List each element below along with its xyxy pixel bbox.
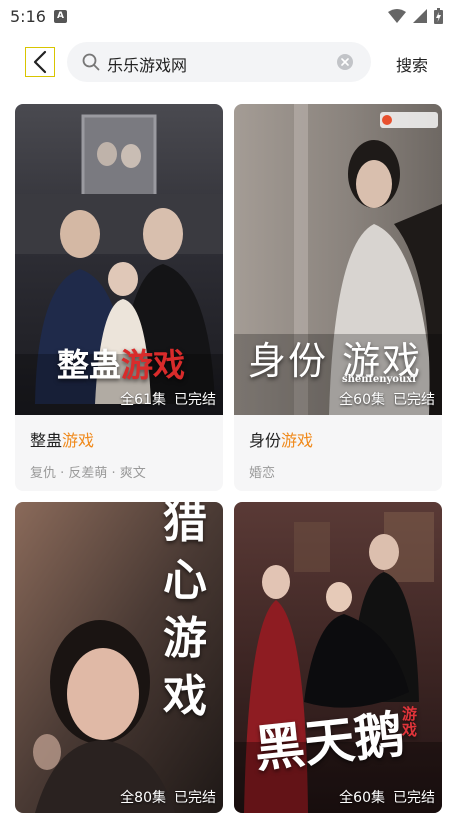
close-icon — [341, 58, 349, 66]
title-text: 整蛊 — [30, 431, 63, 450]
clock: 5:16 — [10, 6, 46, 26]
signal-icon — [413, 9, 427, 23]
completion-status: 已完结 — [174, 392, 216, 408]
back-button[interactable] — [25, 47, 55, 77]
search-header: 乐乐游戏网 搜索 — [0, 42, 457, 82]
completion-status: 已完结 — [393, 392, 435, 408]
episode-status: 全60集 已完结 — [339, 787, 435, 807]
completion-status: 已完结 — [393, 790, 435, 806]
episode-count: 全61集 — [120, 392, 166, 408]
cover-subtitle: shenfenyouxi — [342, 374, 416, 385]
drama-tags: 复仇 · 反差萌 · 爽文 — [30, 466, 146, 481]
drama-title: 身份游戏 — [249, 427, 427, 451]
cover-title: 整蛊游戏 — [57, 340, 185, 386]
search-icon — [82, 53, 100, 71]
search-input[interactable]: 乐乐游戏网 — [67, 42, 371, 82]
search-query: 乐乐游戏网 — [107, 56, 188, 75]
drama-cover[interactable]: 整蛊游戏 全61集 已完结 — [15, 104, 223, 415]
drama-info: 身份游戏 婚恋 — [234, 415, 442, 491]
cover-title-part: 整蛊 — [57, 346, 122, 384]
episode-count: 全60集 — [339, 790, 385, 806]
drama-cover[interactable]: 黑天鹅 游戏 全60集 已完结 — [234, 502, 442, 813]
cover-title-accent: 游戏 — [402, 705, 418, 739]
battery-icon — [434, 8, 443, 24]
drama-card[interactable]: 黑天鹅 游戏 全60集 已完结 — [234, 502, 442, 813]
title-highlight: 游戏 — [281, 431, 314, 450]
drama-title: 整蛊游戏 — [30, 427, 208, 451]
drama-cover[interactable]: 猎心游戏 全80集 已完结 — [15, 502, 223, 813]
drama-card[interactable]: 整蛊游戏 全61集 已完结 整蛊游戏 复仇 · 反差萌 · 爽文 — [15, 104, 223, 491]
drama-card[interactable]: 猎心游戏 全80集 已完结 — [15, 502, 223, 813]
title-highlight: 游戏 — [62, 431, 95, 450]
status-left: 5:16 A — [10, 7, 67, 26]
completion-status: 已完结 — [174, 790, 216, 806]
episode-status: 全60集 已完结 — [339, 389, 435, 409]
cover-title: 猎心游戏 — [163, 502, 207, 722]
notification-icon: A — [53, 9, 67, 23]
search-button[interactable]: 搜索 — [396, 52, 428, 76]
episode-status: 全61集 已完结 — [120, 389, 216, 409]
drama-info: 整蛊游戏 复仇 · 反差萌 · 爽文 — [15, 415, 223, 491]
drama-tags: 婚恋 — [249, 466, 276, 481]
episode-status: 全80集 已完结 — [120, 787, 216, 807]
clear-icon[interactable] — [337, 54, 353, 70]
status-bar: 5:16 A — [0, 0, 457, 32]
drama-card[interactable]: 身份 游戏 shenfenyouxi 全60集 已完结 身份游戏 婚恋 — [234, 104, 442, 491]
title-text: 身份 — [249, 431, 282, 450]
episode-count: 全80集 — [120, 790, 166, 806]
wifi-icon — [388, 9, 406, 23]
chevron-left-icon — [33, 50, 47, 74]
cover-title-accent: 游戏 — [121, 346, 186, 384]
drama-cover[interactable]: 身份 游戏 shenfenyouxi 全60集 已完结 — [234, 104, 442, 415]
status-right — [388, 8, 443, 24]
episode-count: 全60集 — [339, 392, 385, 408]
